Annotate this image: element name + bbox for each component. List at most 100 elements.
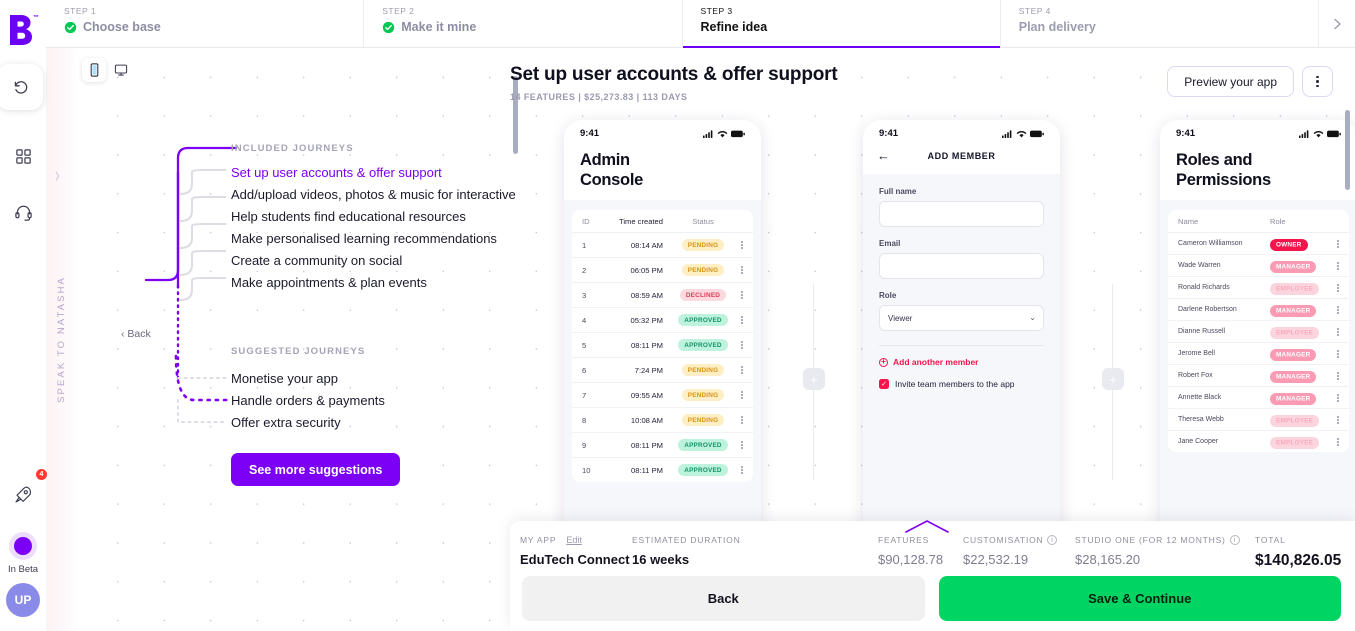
device-toggle-mobile[interactable] <box>82 58 106 82</box>
cell-time: 08:59 AM <box>630 290 663 300</box>
table-row[interactable]: 8 10:08 AM PENDING <box>572 408 753 434</box>
row-menu-button[interactable] <box>731 366 743 375</box>
row-menu-button[interactable] <box>731 241 743 250</box>
add-another-member-button[interactable]: + Add another member <box>879 357 1044 367</box>
beta-status[interactable]: In Beta <box>8 532 38 575</box>
stepper-next-button[interactable] <box>1319 0 1355 47</box>
row-menu-button[interactable] <box>1327 349 1339 358</box>
row-menu-button[interactable] <box>731 291 743 300</box>
header-more-options-button[interactable] <box>1302 66 1333 97</box>
device-toggle-desktop[interactable] <box>109 58 133 82</box>
row-menu-button[interactable] <box>1327 305 1339 314</box>
row-menu-button[interactable] <box>1327 239 1339 248</box>
add-screen-button-2[interactable]: + <box>1102 368 1124 390</box>
save-and-continue-button[interactable]: Save & Continue <box>938 576 1341 621</box>
table-row[interactable]: Robert Fox MANAGER <box>1168 365 1349 388</box>
my-app-label: MY APP <box>520 535 557 545</box>
row-menu-button[interactable] <box>731 266 743 275</box>
row-menu-button[interactable] <box>1327 261 1339 270</box>
row-menu-button[interactable] <box>1327 371 1339 380</box>
step-1-number: STEP 1 <box>64 6 97 16</box>
customisation-info-icon[interactable]: i <box>1047 535 1058 545</box>
journey-item-5[interactable]: Make appointments & plan events <box>231 275 427 290</box>
step-1[interactable]: STEP 1 Choose base <box>46 0 365 47</box>
device-toggle <box>82 58 133 82</box>
row-menu-button[interactable] <box>1327 327 1339 336</box>
back-button[interactable]: Back <box>522 576 925 621</box>
journey-item-1[interactable]: Add/upload videos, photos & music for in… <box>231 187 516 202</box>
full-name-input[interactable] <box>879 201 1044 227</box>
table-row[interactable]: 1 08:14 AM PENDING <box>572 233 753 259</box>
speak-to-natasha-tab[interactable]: SPEAK TO NATASHA › <box>46 48 76 631</box>
undo-button[interactable] <box>0 64 43 110</box>
table-row[interactable]: 2 06:05 PM PENDING <box>572 258 753 284</box>
journey-item-4[interactable]: Create a community on social <box>231 253 402 268</box>
step-3[interactable]: STEP 3 Refine idea <box>682 0 1001 48</box>
add-screen-button-1[interactable]: + <box>803 368 825 390</box>
journey-item-3[interactable]: Make personalised learning recommendatio… <box>231 231 497 246</box>
table-row[interactable]: Annette Black MANAGER <box>1168 387 1349 410</box>
edit-app-name-link[interactable]: Edit <box>566 535 582 545</box>
table-row[interactable]: Ronald Richards EMPLOYEE <box>1168 277 1349 300</box>
table-row[interactable]: Dianne Russell EMPLOYEE <box>1168 321 1349 344</box>
table-row[interactable]: 6 7:24 PM PENDING <box>572 358 753 384</box>
step-1-label: Choose base <box>83 20 161 34</box>
total-label: TOTAL <box>1255 535 1286 545</box>
table-row[interactable]: 5 08:11 PM APPROVED <box>572 333 753 359</box>
dashboard-button[interactable] <box>1 134 45 178</box>
screen-card-add-member[interactable]: 9:41 ← ADD MEMBER Full name Email Role V… <box>863 120 1060 540</box>
email-input[interactable] <box>879 253 1044 279</box>
table-row[interactable]: Cameron Williamson OWNER <box>1168 233 1349 256</box>
cell-name: Jane Cooper <box>1178 438 1219 446</box>
row-menu-button[interactable] <box>1327 415 1339 424</box>
table-row[interactable]: 10 08:11 PM APPROVED <box>572 458 753 482</box>
row-menu-button[interactable] <box>731 341 743 350</box>
table-row[interactable]: Wade Warren MANAGER <box>1168 255 1349 278</box>
screen-card-admin-console[interactable]: 9:41 Admin Console ID Time created Statu… <box>564 120 761 540</box>
suggested-item-0[interactable]: Monetise your app <box>231 371 338 386</box>
row-menu-button[interactable] <box>1327 437 1339 446</box>
screen-card-roles-permissions[interactable]: 9:41 Roles and Permissions Name Role Cam… <box>1160 120 1355 540</box>
launch-button[interactable]: 4 <box>1 469 47 516</box>
preview-your-app-button[interactable]: Preview your app <box>1167 66 1294 97</box>
role-badge: MANAGER <box>1270 348 1317 361</box>
row-menu-button[interactable] <box>1327 283 1339 292</box>
table-row[interactable]: 3 08:59 AM DECLINED <box>572 283 753 309</box>
row-menu-button[interactable] <box>731 416 743 425</box>
table-row[interactable]: 7 09:55 AM PENDING <box>572 383 753 409</box>
table-row[interactable]: Jerome Bell MANAGER <box>1168 343 1349 366</box>
journey-item-0[interactable]: Set up user accounts & offer support <box>231 165 442 180</box>
table-row[interactable]: 9 08:11 PM APPROVED <box>572 433 753 459</box>
table-row[interactable]: Theresa Webb EMPLOYEE <box>1168 409 1349 432</box>
suggested-item-1[interactable]: Handle orders & payments <box>231 393 385 408</box>
row-menu-button[interactable] <box>1327 393 1339 402</box>
step-2[interactable]: STEP 2 Make it mine <box>364 0 683 47</box>
step-4[interactable]: STEP 4 Plan delivery <box>1001 0 1319 47</box>
row-menu-button[interactable] <box>731 316 743 325</box>
cell-id: 8 <box>582 415 587 425</box>
brand-logo[interactable]: ™ <box>8 14 39 48</box>
support-button[interactable] <box>1 190 45 234</box>
table-row[interactable]: 4 05:32 PM APPROVED <box>572 308 753 334</box>
undo-icon <box>14 80 27 94</box>
canvas-scrollbar[interactable] <box>1345 110 1350 190</box>
row-menu-button[interactable] <box>731 441 743 450</box>
signal-icon <box>703 129 713 138</box>
row-menu-button[interactable] <box>731 466 743 475</box>
see-more-suggestions-button[interactable]: See more suggestions <box>231 453 401 486</box>
table-row[interactable]: Darlene Robertson MANAGER <box>1168 299 1349 322</box>
kebab-icon <box>741 366 743 375</box>
journey-back-link[interactable]: ‹ Back <box>121 328 151 340</box>
suggested-item-2[interactable]: Offer extra security <box>231 415 341 430</box>
studio-info-icon[interactable]: i <box>1229 535 1240 545</box>
journey-item-2[interactable]: Help students find educational resources <box>231 209 466 224</box>
invite-checkbox-row[interactable]: ✓ Invite team members to the app <box>879 379 1044 389</box>
kebab-icon <box>741 466 743 475</box>
screen-connector-line <box>1112 390 1113 480</box>
kebab-icon <box>741 316 743 325</box>
table-row[interactable]: Jane Cooper EMPLOYEE <box>1168 431 1349 452</box>
divider <box>879 345 1044 346</box>
role-select[interactable]: Viewer <box>879 305 1044 331</box>
avatar[interactable]: UP <box>6 583 40 617</box>
row-menu-button[interactable] <box>731 391 743 400</box>
